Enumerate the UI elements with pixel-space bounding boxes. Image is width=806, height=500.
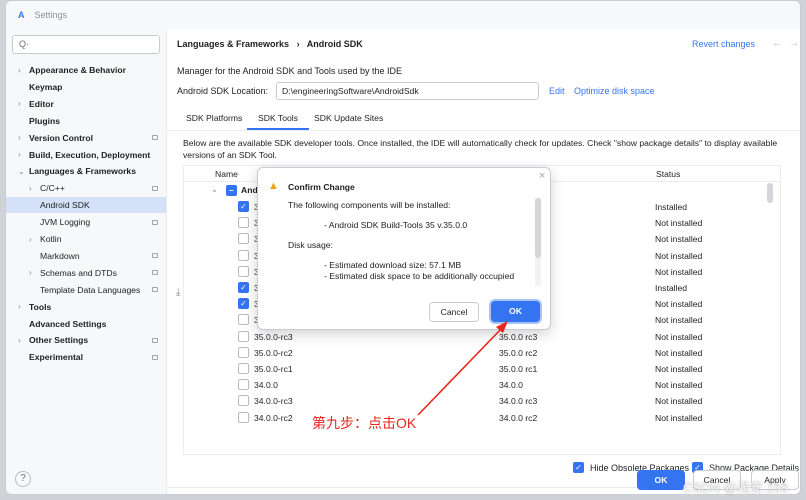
- annotation-text: 第九步：点击OK: [312, 415, 417, 431]
- watermark: CSDN @浅安.158: [683, 480, 788, 495]
